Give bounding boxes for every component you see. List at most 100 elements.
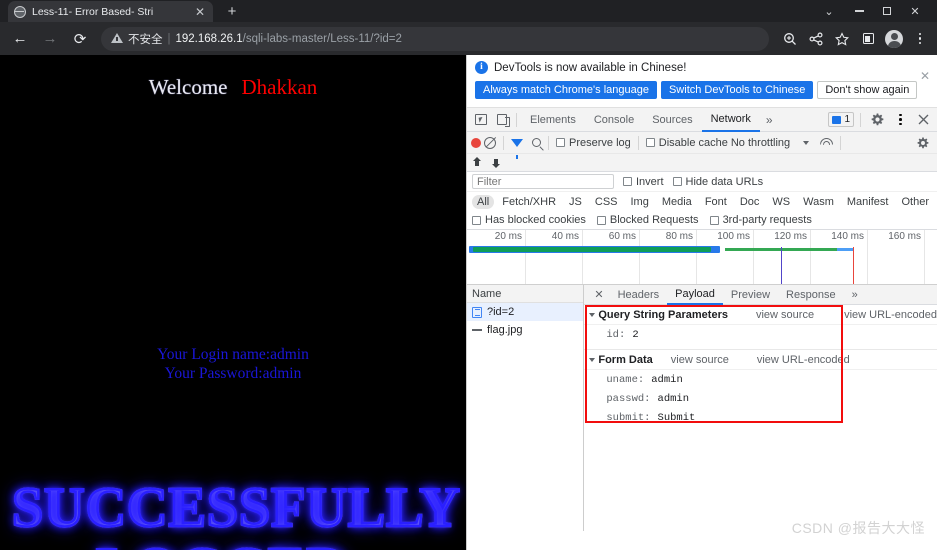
zoom-icon[interactable] (777, 26, 803, 52)
table-row[interactable]: flag.jpg (467, 321, 583, 339)
chrome-menu-icon[interactable] (907, 26, 933, 52)
share-icon[interactable] (803, 26, 829, 52)
chevron-down-icon[interactable] (803, 140, 810, 145)
toolbar-icon-group (777, 26, 933, 52)
payload-content: Query String Parameters view source view… (584, 305, 937, 427)
form-view-url-encoded-link[interactable]: view URL-encoded (757, 354, 850, 366)
detail-tab-headers[interactable]: Headers (610, 285, 668, 305)
tab-console[interactable]: Console (585, 108, 643, 132)
detail-tab-payload[interactable]: Payload (667, 285, 723, 305)
disable-cache-checkbox[interactable]: Disable cache (645, 137, 728, 149)
record-button[interactable] (471, 137, 481, 148)
tab-search-chevron-icon[interactable]: ⌄ (817, 0, 841, 22)
clear-requests-button[interactable] (484, 136, 496, 149)
form-view-source-link[interactable]: view source (671, 354, 729, 366)
network-overview-timeline[interactable]: 20 ms 40 ms 60 ms 80 ms 100 ms 120 ms 14… (467, 230, 937, 285)
more-options-icon[interactable] (890, 109, 911, 130)
sidepanel-icon[interactable] (855, 26, 881, 52)
type-filter-other[interactable]: Other (896, 195, 934, 209)
network-conditions-icon[interactable] (820, 137, 833, 148)
network-filter-row: Invert Hide data URLs (467, 172, 937, 192)
info-icon: i (475, 61, 488, 74)
settings-gear-icon[interactable] (867, 109, 888, 130)
forward-button[interactable]: → (35, 24, 65, 54)
device-toolbar-icon[interactable] (491, 109, 512, 130)
type-filter-manifest[interactable]: Manifest (842, 195, 894, 209)
reload-button[interactable]: ⟳ (65, 24, 95, 54)
query-string-section-header[interactable]: Query String Parameters view source view… (584, 305, 937, 325)
import-har-icon[interactable] (472, 156, 483, 169)
type-filter-all[interactable]: All (472, 194, 495, 209)
banner-close-icon[interactable]: ✕ (920, 70, 930, 82)
type-filter-css[interactable]: CSS (590, 195, 623, 209)
close-devtools-icon[interactable] (913, 109, 934, 130)
devtools-panel: i DevTools is now available in Chinese! … (466, 55, 937, 550)
chevron-down-icon[interactable] (589, 358, 596, 362)
chevron-down-icon[interactable] (589, 313, 596, 317)
detail-tab-preview[interactable]: Preview (723, 285, 778, 305)
console-message-badge[interactable]: 1 (828, 112, 854, 127)
type-filter-font[interactable]: Font (700, 195, 732, 209)
query-view-url-encoded-link[interactable]: view URL-encoded (844, 309, 937, 321)
query-view-source-link[interactable]: view source (756, 309, 814, 321)
third-party-requests-box[interactable] (709, 215, 719, 225)
export-har-icon[interactable] (491, 157, 502, 169)
tab-close-icon[interactable]: ✕ (193, 6, 207, 18)
invert-checkbox[interactable]: Invert (623, 176, 664, 188)
window-maximize-button[interactable] (875, 0, 899, 22)
tab-title: Less-11- Error Based- Stri (32, 5, 154, 18)
back-button[interactable]: ← (5, 24, 35, 54)
form-data-section-header[interactable]: Form Data view source view URL-encoded (584, 349, 937, 370)
watermark: CSDN @报告大大怪 (791, 520, 925, 536)
third-party-requests-checkbox[interactable]: 3rd-party requests (709, 214, 812, 226)
type-filter-img[interactable]: Img (626, 195, 654, 209)
tab-elements[interactable]: Elements (521, 108, 585, 132)
type-filter-media[interactable]: Media (657, 195, 697, 209)
profile-avatar[interactable] (881, 26, 907, 52)
type-filter-ws[interactable]: WS (767, 195, 795, 209)
preserve-log-checkbox[interactable]: Preserve log (556, 137, 631, 149)
blocked-requests-box[interactable] (596, 215, 606, 225)
address-bar[interactable]: 不安全 | 192.168.26.1/sqli-labs-master/Less… (101, 26, 769, 51)
window-close-button[interactable]: ✕ (903, 0, 927, 22)
disable-cache-box[interactable] (645, 138, 655, 147)
request-list-header[interactable]: Name (467, 285, 584, 303)
search-icon[interactable] (532, 138, 541, 147)
overview-tick-label: 100 ms (717, 231, 750, 242)
preserve-log-box[interactable] (556, 138, 565, 147)
blocked-requests-checkbox[interactable]: Blocked Requests (596, 214, 699, 226)
browser-tab[interactable]: Less-11- Error Based- Stri ✕ (8, 1, 213, 22)
window-minimize-button[interactable] (847, 0, 871, 22)
invert-box[interactable] (623, 177, 632, 186)
type-filter-wasm[interactable]: Wasm (798, 195, 839, 209)
dont-show-again-button[interactable]: Don't show again (817, 81, 918, 99)
has-blocked-cookies-box[interactable] (472, 215, 481, 225)
new-tab-button[interactable]: + (222, 3, 242, 21)
hide-data-urls-box[interactable] (672, 177, 682, 186)
filter-input[interactable] (472, 174, 614, 189)
query-string-title: Query String Parameters (598, 309, 728, 321)
has-blocked-cookies-checkbox[interactable]: Has blocked cookies (472, 214, 586, 226)
table-row[interactable]: ?id=2 (467, 303, 584, 321)
overview-tick: 160 ms (888, 230, 925, 284)
bookmark-star-icon[interactable] (829, 26, 855, 52)
always-match-language-button[interactable]: Always match Chrome's language (475, 81, 657, 99)
request-list: Name ?id=2 flag.jpg (467, 285, 585, 531)
network-settings-gear-icon[interactable] (912, 132, 933, 153)
type-filter-fetch-xhr[interactable]: Fetch/XHR (497, 195, 561, 209)
detail-tab-response[interactable]: Response (778, 285, 844, 305)
invert-label: Invert (636, 175, 664, 188)
tab-network[interactable]: Network (701, 108, 760, 132)
inspect-cursor-icon[interactable] (470, 109, 491, 130)
devtools-tabbar: Elements Console Sources Network » 1 (467, 108, 937, 132)
filter-icon[interactable] (511, 138, 523, 159)
tab-sources[interactable]: Sources (643, 108, 701, 132)
hide-data-urls-checkbox[interactable]: Hide data URLs (672, 176, 763, 188)
tabs-overflow-icon[interactable]: » (760, 108, 779, 132)
throttling-select[interactable]: No throttling (731, 137, 790, 149)
switch-to-chinese-button[interactable]: Switch DevTools to Chinese (660, 81, 814, 99)
close-detail-icon[interactable]: ✕ (588, 288, 609, 301)
type-filter-js[interactable]: JS (564, 195, 587, 209)
type-filter-doc[interactable]: Doc (735, 195, 765, 209)
detail-tabs-overflow-icon[interactable]: » (844, 285, 866, 305)
